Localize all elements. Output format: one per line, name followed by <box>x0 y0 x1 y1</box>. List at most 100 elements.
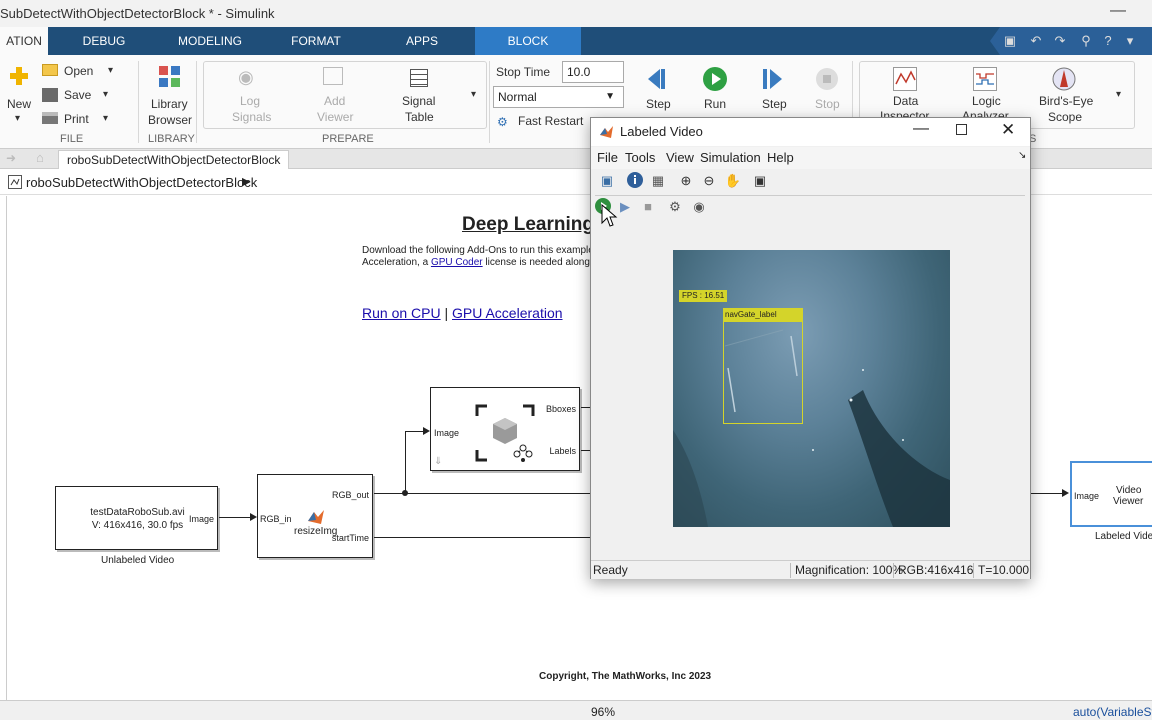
zoom-out-icon[interactable]: ⊖ <box>699 171 719 191</box>
signal-line[interactable] <box>405 431 406 493</box>
tab-debug[interactable]: DEBUG <box>78 27 130 55</box>
port-label: Image <box>1074 491 1100 501</box>
undo-icon[interactable]: ↶ <box>1026 31 1046 51</box>
simulation-mode-select[interactable]: Normal ▼ <box>493 86 624 108</box>
resize-img-block[interactable]: RGB_in RGB_out startTime resizeImg <box>257 474 373 558</box>
signal-line[interactable] <box>374 537 594 538</box>
search-icon[interactable]: ⚲ <box>1076 31 1096 51</box>
print-button[interactable]: Print <box>64 112 89 126</box>
video-window-titlebar[interactable]: Labeled Video — ✕ <box>591 118 1030 146</box>
new-icon[interactable] <box>8 65 30 87</box>
zoom-level[interactable]: 96% <box>591 705 615 719</box>
signal-table-button-line2[interactable]: Table <box>405 110 434 124</box>
video-viewer-block[interactable]: Image Video Viewer <box>1070 461 1152 527</box>
highlight-simulink-icon[interactable]: ⚙ <box>665 197 685 217</box>
port-label: startTime <box>331 533 369 543</box>
signal-table-button[interactable]: Signal <box>402 94 435 108</box>
info-icon[interactable] <box>625 171 645 191</box>
model-tab[interactable]: roboSubDetectWithObjectDetectorBlock <box>58 150 290 169</box>
fast-restart-button[interactable]: Fast Restart <box>518 114 583 128</box>
save-icon[interactable]: ▣ <box>1000 31 1020 51</box>
snapshot-camera-icon[interactable]: ◉ <box>689 197 709 217</box>
library-browser-button-line2[interactable]: Browser <box>148 113 192 127</box>
signal-line[interactable] <box>1031 493 1063 494</box>
chevron-down-icon: ▼ <box>605 91 615 102</box>
print-to-figure-icon[interactable]: ▣ <box>597 171 617 191</box>
back-arrow-icon[interactable]: ➜ <box>6 151 16 165</box>
solver-status[interactable]: auto(VariableSt <box>1073 705 1152 719</box>
port-label: Image <box>434 428 460 438</box>
minimize-icon[interactable]: — <box>913 120 929 138</box>
chevron-down-icon[interactable]: ▾ <box>103 89 108 100</box>
chevron-down-icon[interactable]: ▾ <box>1120 31 1140 51</box>
print-icon <box>42 112 58 124</box>
chevron-down-icon[interactable]: ▾ <box>15 113 20 124</box>
chevron-down-icon[interactable]: ▾ <box>471 89 476 100</box>
logic-analyzer-button[interactable]: Logic <box>972 94 1001 108</box>
breadcrumb-chevron-icon[interactable]: ▶ <box>242 175 250 188</box>
close-icon[interactable]: ✕ <box>1001 120 1015 140</box>
birds-eye-scope-button[interactable]: Bird's-Eye <box>1039 94 1093 108</box>
tab-apps[interactable]: APPS <box>400 27 444 55</box>
menu-tools[interactable]: Tools <box>625 150 655 165</box>
gpu-acceleration-link[interactable]: GPU Acceleration <box>452 305 563 321</box>
video-source-block[interactable]: testDataRoboSub.avi V: 416x416, 30.0 fps… <box>55 486 218 550</box>
chevron-down-icon[interactable]: ▾ <box>1116 89 1121 100</box>
stop-time-input[interactable]: 10.0 <box>562 61 624 83</box>
ribbon-separator <box>489 61 490 143</box>
tab-format[interactable]: FORMAT <box>288 27 344 55</box>
step-forward-button[interactable]: Step <box>762 97 787 111</box>
gpu-coder-link[interactable]: GPU Coder <box>431 257 483 268</box>
library-browser-icon <box>158 65 182 89</box>
menu-simulation[interactable]: Simulation <box>700 150 761 165</box>
run-button[interactable]: Run <box>704 97 726 111</box>
video-frame[interactable]: FPS : 16.51 navGate_label <box>673 250 950 527</box>
log-signals-button-line2[interactable]: Signals <box>232 110 271 124</box>
chevron-down-icon[interactable]: ▾ <box>103 113 108 124</box>
minimize-button[interactable]: — <box>1110 2 1126 20</box>
tab-block[interactable]: BLOCK <box>475 27 581 55</box>
library-browser-button[interactable]: Library <box>151 97 188 111</box>
zoom-in-icon[interactable]: ⊕ <box>676 171 696 191</box>
viewer-name-line2: Viewer <box>1113 496 1144 507</box>
tab-modeling[interactable]: MODELING <box>176 27 244 55</box>
data-inspector-button[interactable]: Data <box>893 94 918 108</box>
tab-simulation[interactable]: ATION <box>0 27 48 55</box>
home-icon[interactable]: ⌂ <box>36 150 44 165</box>
detection-label: navGate_label <box>723 308 803 322</box>
maximize-icon[interactable] <box>956 124 967 135</box>
signal-line[interactable] <box>405 431 423 432</box>
dock-arrow-icon[interactable]: ↘ <box>1018 150 1026 161</box>
menu-help[interactable]: Help <box>767 150 794 165</box>
help-icon[interactable]: ? <box>1098 31 1118 51</box>
labeled-video-window[interactable]: Labeled Video — ✕ File Tools View Simula… <box>590 117 1031 579</box>
menu-file[interactable]: File <box>597 150 618 165</box>
birds-eye-scope-button-line2[interactable]: Scope <box>1048 110 1082 124</box>
resize-block-name: resizeImg <box>294 526 338 537</box>
signal-line[interactable] <box>219 517 251 518</box>
description-line2-prefix: Acceleration, a <box>362 257 429 268</box>
breadcrumb-item[interactable]: roboSubDetectWithObjectDetectorBlock <box>26 175 257 190</box>
run-on-cpu-link[interactable]: Run on CPU <box>362 305 441 321</box>
stop-button[interactable]: Stop <box>815 97 840 111</box>
arrow-head <box>423 427 430 435</box>
new-button[interactable]: New <box>7 97 31 111</box>
pixel-region-icon[interactable]: ▦ <box>648 171 668 191</box>
open-button[interactable]: Open <box>64 64 93 78</box>
group-label-file: FILE <box>60 133 84 145</box>
step-back-button[interactable]: Step <box>646 97 671 111</box>
detector-icon <box>475 404 535 462</box>
redo-icon[interactable]: ↷ <box>1050 31 1070 51</box>
pan-hand-icon[interactable]: ✋ <box>723 171 743 191</box>
menu-view[interactable]: View <box>666 150 694 165</box>
log-signals-button[interactable]: Log <box>240 94 260 108</box>
add-viewer-button[interactable]: Add <box>324 94 345 108</box>
viewer-name-line1: Video <box>1116 485 1142 496</box>
fit-to-window-icon[interactable]: ▣ <box>750 171 770 191</box>
stop-icon[interactable]: ■ <box>638 197 658 217</box>
add-viewer-button-line2[interactable]: Viewer <box>317 110 353 124</box>
chevron-down-icon[interactable]: ▾ <box>108 65 113 76</box>
step-forward-icon <box>760 67 786 91</box>
object-detector-block[interactable]: Image Bboxes Labels ⇓ <box>430 387 580 471</box>
save-button[interactable]: Save <box>64 88 91 102</box>
